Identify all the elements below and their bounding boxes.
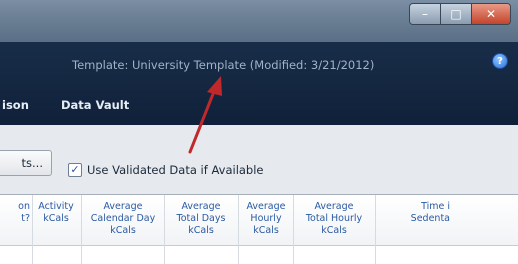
column-header-time-in-sedentary[interactable]: Time i Sedenta <box>378 201 454 241</box>
use-validated-data-checkbox[interactable]: ✓ <box>68 163 82 177</box>
column-divider <box>32 195 33 264</box>
column-header-partial[interactable]: on t? <box>0 201 30 241</box>
template-info-text: Template: University Template (Modified:… <box>72 58 375 72</box>
use-validated-data-label: Use Validated Data if Available <box>87 163 264 177</box>
maximize-button[interactable]: □ <box>441 4 472 24</box>
grid-header: on t? Activity kCals Average Calendar Da… <box>0 195 518 246</box>
column-divider <box>238 195 239 264</box>
column-header-average-calendar-day-kcals[interactable]: Average Calendar Day kCals <box>84 201 162 241</box>
window-titlebar: – □ ✕ <box>0 0 518 42</box>
nav-item-comparison[interactable]: ison <box>2 98 29 112</box>
close-button[interactable]: ✕ <box>472 4 510 24</box>
column-divider <box>164 195 165 264</box>
column-header-average-total-days-kcals[interactable]: Average Total Days kCals <box>166 201 236 241</box>
nav-item-data-vault[interactable]: Data Vault <box>61 98 129 112</box>
help-icon[interactable]: ? <box>492 53 508 69</box>
app-header <box>0 42 518 125</box>
toolbar-button[interactable]: ts... <box>0 150 52 176</box>
window-controls: – □ ✕ <box>410 4 510 24</box>
column-divider <box>375 195 376 264</box>
column-header-average-hourly-kcals[interactable]: Average Hourly kCals <box>241 201 291 241</box>
minimize-button[interactable]: – <box>410 4 441 24</box>
column-header-average-total-hourly-kcals[interactable]: Average Total Hourly kCals <box>296 201 372 241</box>
data-grid: on t? Activity kCals Average Calendar Da… <box>0 194 518 264</box>
column-divider <box>81 195 82 264</box>
column-header-activity-kcals[interactable]: Activity kCals <box>34 201 78 241</box>
column-divider <box>293 195 294 264</box>
